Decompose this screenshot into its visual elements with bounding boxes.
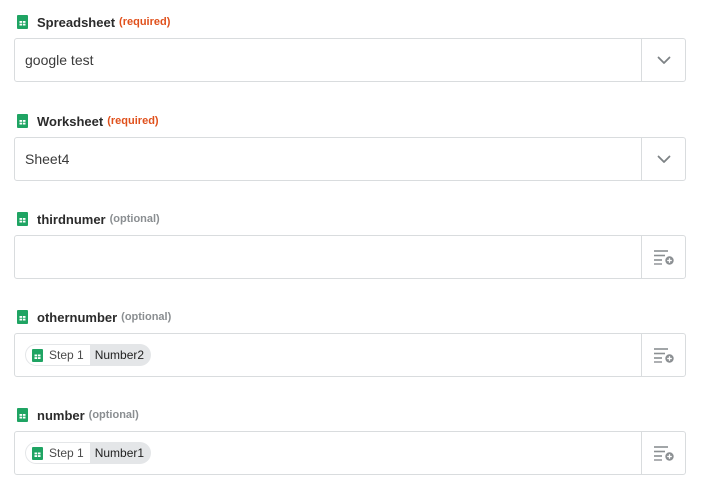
field-label-row: Worksheet (required) — [14, 111, 159, 131]
optional-tag: (optional) — [121, 311, 172, 323]
insert-data-button[interactable] — [641, 334, 685, 376]
field-label: othernumber — [37, 309, 118, 325]
optional-tag: (optional) — [109, 213, 160, 225]
optional-tag: (optional) — [88, 409, 139, 421]
dropdown-toggle[interactable] — [641, 39, 685, 81]
required-tag: (required) — [119, 16, 171, 28]
mapped-field-pill[interactable]: Step 1 Number1 — [25, 442, 152, 464]
pill-step-label: Step 1 — [49, 348, 84, 362]
worksheet-select[interactable]: Sheet4 — [14, 137, 686, 181]
field-label-row: othernumber (optional) — [14, 307, 171, 327]
google-sheets-icon — [17, 15, 28, 29]
pill-step-label: Step 1 — [49, 446, 84, 460]
chevron-down-icon — [657, 56, 671, 65]
insert-data-icon — [653, 445, 675, 461]
field-label-row: number (optional) — [14, 405, 139, 425]
insert-data-icon — [653, 249, 675, 265]
dropdown-toggle[interactable] — [641, 138, 685, 180]
google-sheets-icon — [32, 446, 43, 460]
google-sheets-icon — [17, 310, 28, 324]
chevron-down-icon — [657, 155, 671, 164]
insert-data-button[interactable] — [641, 432, 685, 474]
insert-data-button[interactable] — [641, 236, 685, 278]
google-sheets-icon — [17, 408, 28, 422]
required-tag: (required) — [107, 115, 159, 127]
field-label: thirdnumer — [37, 211, 106, 227]
insert-data-icon — [653, 347, 675, 363]
spreadsheet-select[interactable]: google test — [14, 38, 686, 82]
pill-step: Step 1 — [26, 345, 90, 365]
pill-field-label: Number2 — [94, 348, 145, 362]
field-label-row: thirdnumer (optional) — [14, 209, 160, 229]
selected-value: Sheet4 — [25, 151, 70, 167]
pill-step: Step 1 — [26, 443, 90, 463]
mapped-field-pill[interactable]: Step 1 Number2 — [25, 344, 152, 366]
number-input[interactable]: Step 1 Number1 — [14, 431, 686, 475]
field-label: Spreadsheet — [37, 14, 116, 30]
thirdnumer-input[interactable] — [14, 235, 686, 279]
othernumber-input[interactable]: Step 1 Number2 — [14, 333, 686, 377]
selected-value: google test — [25, 52, 94, 68]
field-label-row: Spreadsheet (required) — [14, 12, 170, 32]
pill-field-label: Number1 — [94, 446, 145, 460]
google-sheets-icon — [17, 212, 28, 226]
google-sheets-icon — [17, 114, 28, 128]
field-label: number — [37, 407, 85, 423]
action-form: Spreadsheet (required) google test Works… — [0, 0, 703, 484]
google-sheets-icon — [32, 348, 43, 362]
field-label: Worksheet — [37, 113, 104, 129]
